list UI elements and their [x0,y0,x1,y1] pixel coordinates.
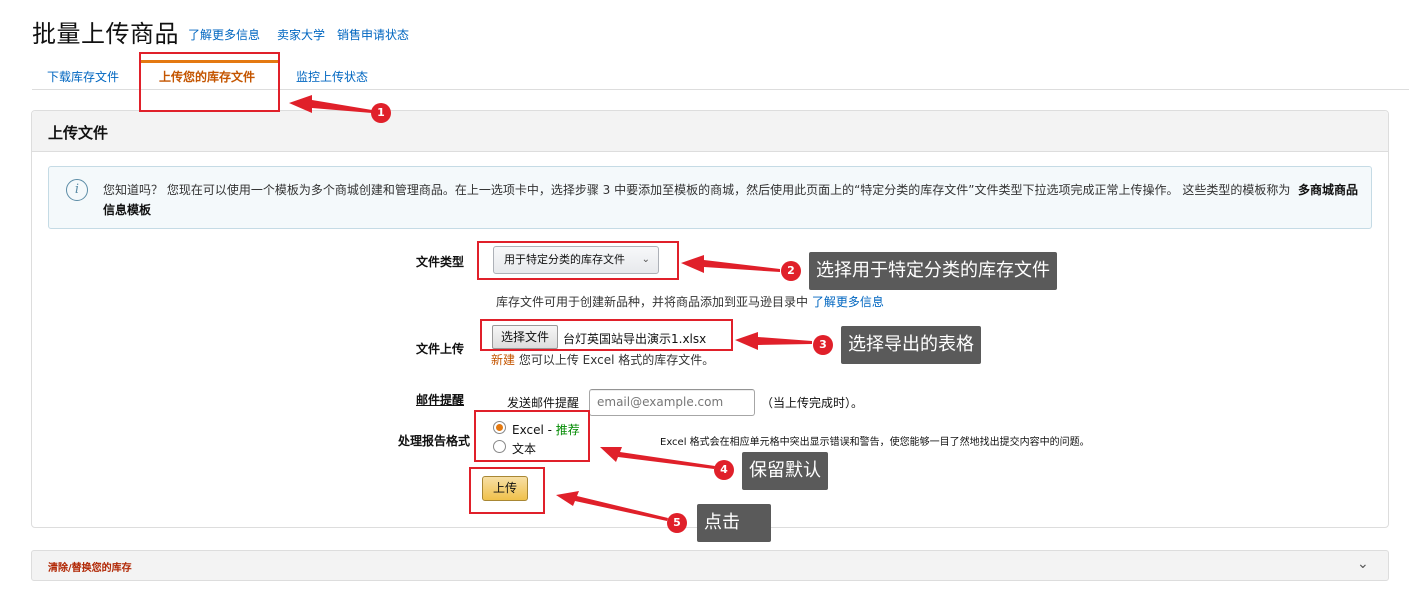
annotation-badge-2: 2 [781,261,801,281]
arrow-step-1 [289,95,372,113]
annotation-badge-1: 1 [371,103,391,123]
annotation-badge-5: 5 [667,513,687,533]
arrow-step-4 [600,447,715,469]
annotation-badge-3: 3 [813,335,833,355]
annotation-callout-4: 保留默认 [742,452,828,490]
arrow-step-5 [556,491,668,521]
annotation-callout-5: 点击 [697,504,771,542]
annotation-callout-2: 选择用于特定分类的库存文件 [809,252,1057,290]
annotation-badge-4: 4 [714,460,734,480]
arrow-step-3 [735,332,812,350]
annotation-callout-3: 选择导出的表格 [841,326,981,364]
arrow-step-2 [681,255,780,273]
